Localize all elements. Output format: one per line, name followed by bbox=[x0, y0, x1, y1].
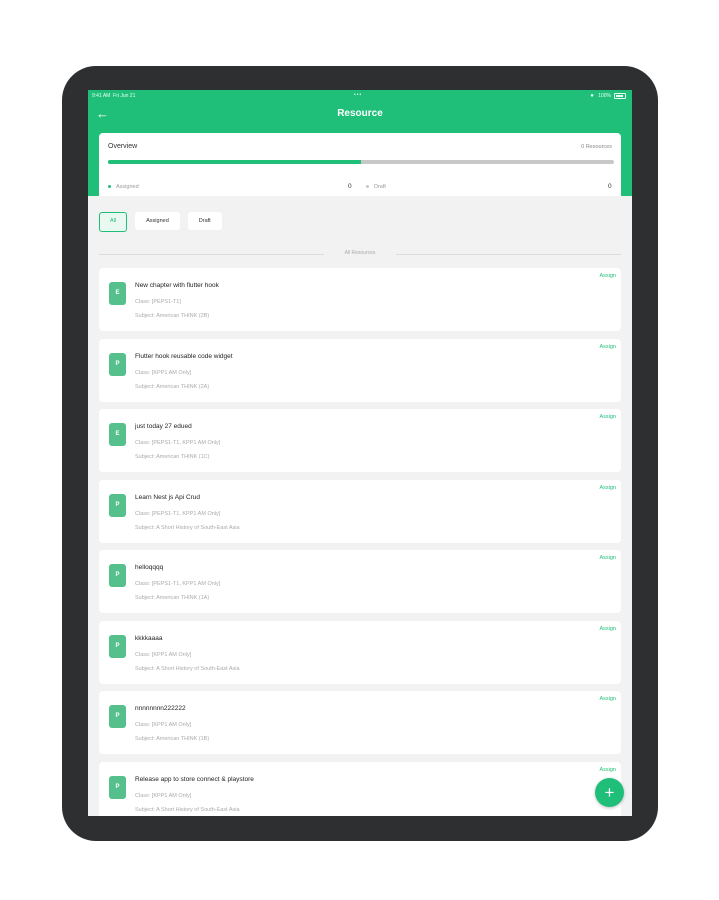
assign-button[interactable]: Assign bbox=[599, 414, 616, 420]
resource-subject: Subject: American THINK (1C) bbox=[135, 454, 210, 460]
draft-stat: Draft bbox=[366, 184, 386, 190]
status-time-text: 9:41 AM bbox=[92, 93, 111, 99]
resource-title: Flutter hook reusable code widget bbox=[135, 352, 233, 360]
resource-card[interactable]: Pkkkkaaaa Class: [KPP1 AM Only] Subject: A… bbox=[99, 620, 621, 684]
resource-type-badge: P bbox=[109, 493, 126, 517]
resource-class: Class: [KPP1 AM Only] bbox=[135, 722, 192, 728]
resource-title: helloqqqq bbox=[135, 564, 164, 571]
resource-subject: Subject: American THINK (2B) bbox=[135, 313, 210, 319]
draft-label: Draft bbox=[374, 184, 386, 190]
page-title: Resource bbox=[337, 108, 383, 119]
add-resource-button[interactable]: + bbox=[595, 778, 624, 807]
resource-title: just today 27 edued bbox=[135, 423, 192, 430]
resource-card[interactable]: Phelloqqqq Class: [PEPS1-T1, KPP1 AM Only… bbox=[99, 550, 621, 613]
filter-assigned[interactable]: Assigned bbox=[135, 212, 180, 230]
assign-button[interactable]: Assign bbox=[599, 696, 616, 702]
filter-draft[interactable]: Draft bbox=[187, 212, 222, 230]
overview-card: Overview 0 Resources Assigned 0 Draft 0 bbox=[99, 133, 621, 196]
resource-subject: Subject: American THINK (1B) bbox=[135, 736, 210, 742]
resource-count: 0 Resources bbox=[581, 144, 612, 150]
assigned-value: 0 bbox=[348, 183, 352, 190]
overview-progress-bar bbox=[108, 160, 614, 164]
resource-class: Class: [KPP1 AM Only] bbox=[135, 369, 192, 376]
resource-card[interactable]: P Release app to store connect & playstor… bbox=[99, 761, 621, 816]
assigned-label: Assigned bbox=[116, 184, 139, 190]
status-dots: ••• bbox=[354, 92, 363, 98]
plus-icon: + bbox=[604, 783, 615, 802]
resource-subject: Subject: A Short History of South-East A… bbox=[135, 665, 240, 672]
resource-subject: Subject: A Short History of South-East A… bbox=[135, 806, 240, 813]
resource-class: Class: [PEPS1-T1, KPP1 AM Only] bbox=[135, 581, 221, 587]
resource-class: Class: [KPP1 AM Only] bbox=[135, 651, 192, 658]
resource-class: Class: [PEPS1-T1, KPP1 AM Only] bbox=[135, 510, 221, 517]
divider-line-right bbox=[396, 254, 621, 255]
assign-button[interactable]: Assign bbox=[599, 485, 616, 491]
assign-button[interactable]: Assign bbox=[599, 344, 616, 350]
status-bar: 9:41 AM Fri Jun 21 ••• ● 100% bbox=[88, 90, 632, 102]
resource-type-badge: E bbox=[109, 282, 126, 305]
filter-all[interactable]: All bbox=[99, 212, 128, 232]
draft-value: 0 bbox=[608, 183, 612, 190]
resource-title: Learn Nest js Api Crud bbox=[135, 493, 201, 501]
assign-button[interactable]: Assign bbox=[599, 555, 616, 561]
status-right: ● 100% bbox=[590, 93, 626, 99]
progress-fill-assigned bbox=[108, 160, 361, 164]
resource-type-badge: P bbox=[109, 564, 126, 587]
resource-class: Class: [KPP1 AM Only] bbox=[135, 792, 192, 799]
resource-subject: Subject: American THINK (1A) bbox=[135, 595, 210, 601]
resource-card[interactable]: P Flutter hook reusable code widget Class:… bbox=[99, 338, 621, 402]
section-divider: All Resources bbox=[99, 250, 621, 258]
resource-type-badge: E bbox=[109, 423, 126, 446]
resource-card[interactable]: Pnnnnnnnn222222 Class: [KPP1 AM Only] Subj… bbox=[99, 691, 621, 754]
assigned-stat: Assigned bbox=[108, 184, 139, 190]
resource-subject: Subject: American THINK (2A) bbox=[135, 383, 210, 390]
app-screen: 9:41 AM Fri Jun 21 ••• ● 100% ← Resource… bbox=[88, 90, 632, 816]
assigned-dot-icon bbox=[108, 185, 111, 189]
status-time: 9:41 AM Fri Jun 21 bbox=[92, 93, 135, 99]
assign-button[interactable]: Assign bbox=[599, 767, 616, 773]
resource-card[interactable]: E New chapter with flutter hook Class: [PE… bbox=[99, 268, 621, 331]
resource-type-badge: P bbox=[109, 775, 126, 799]
assign-button[interactable]: Assign bbox=[599, 626, 616, 632]
resource-subject: Subject: A Short History of South-East A… bbox=[135, 524, 240, 531]
overview-title: Overview bbox=[108, 143, 138, 150]
resource-card[interactable]: P Learn Nest js Api Crud Class: [PEPS1-T1,… bbox=[99, 479, 621, 543]
assign-button[interactable]: Assign bbox=[599, 273, 616, 279]
battery-percent: 100% bbox=[598, 93, 611, 99]
resource-class: Class: [PEPS1-T1] bbox=[135, 299, 181, 305]
resource-title: nnnnnnnn222222 bbox=[135, 705, 186, 712]
draft-dot-icon bbox=[366, 185, 369, 189]
status-date-text: Fri Jun 21 bbox=[113, 93, 136, 99]
resource-card[interactable]: Ejust today 27 edued Class: [PEPS1-T1, KP… bbox=[99, 409, 621, 472]
resource-title: New chapter with flutter hook bbox=[135, 282, 219, 289]
resource-title: Release app to store connect & playstore bbox=[135, 775, 254, 783]
battery-icon bbox=[614, 93, 626, 99]
filter-chips: All Assigned Draft bbox=[99, 212, 222, 232]
resource-type-badge: P bbox=[109, 634, 126, 658]
resource-type-badge: P bbox=[109, 352, 126, 376]
section-label: All Resources bbox=[344, 250, 376, 256]
resource-type-badge: P bbox=[109, 705, 126, 728]
resource-class: Class: [PEPS1-T1, KPP1 AM Only] bbox=[135, 440, 221, 446]
resource-title: kkkkaaaa bbox=[135, 634, 163, 642]
wifi-icon: ● bbox=[590, 93, 594, 99]
